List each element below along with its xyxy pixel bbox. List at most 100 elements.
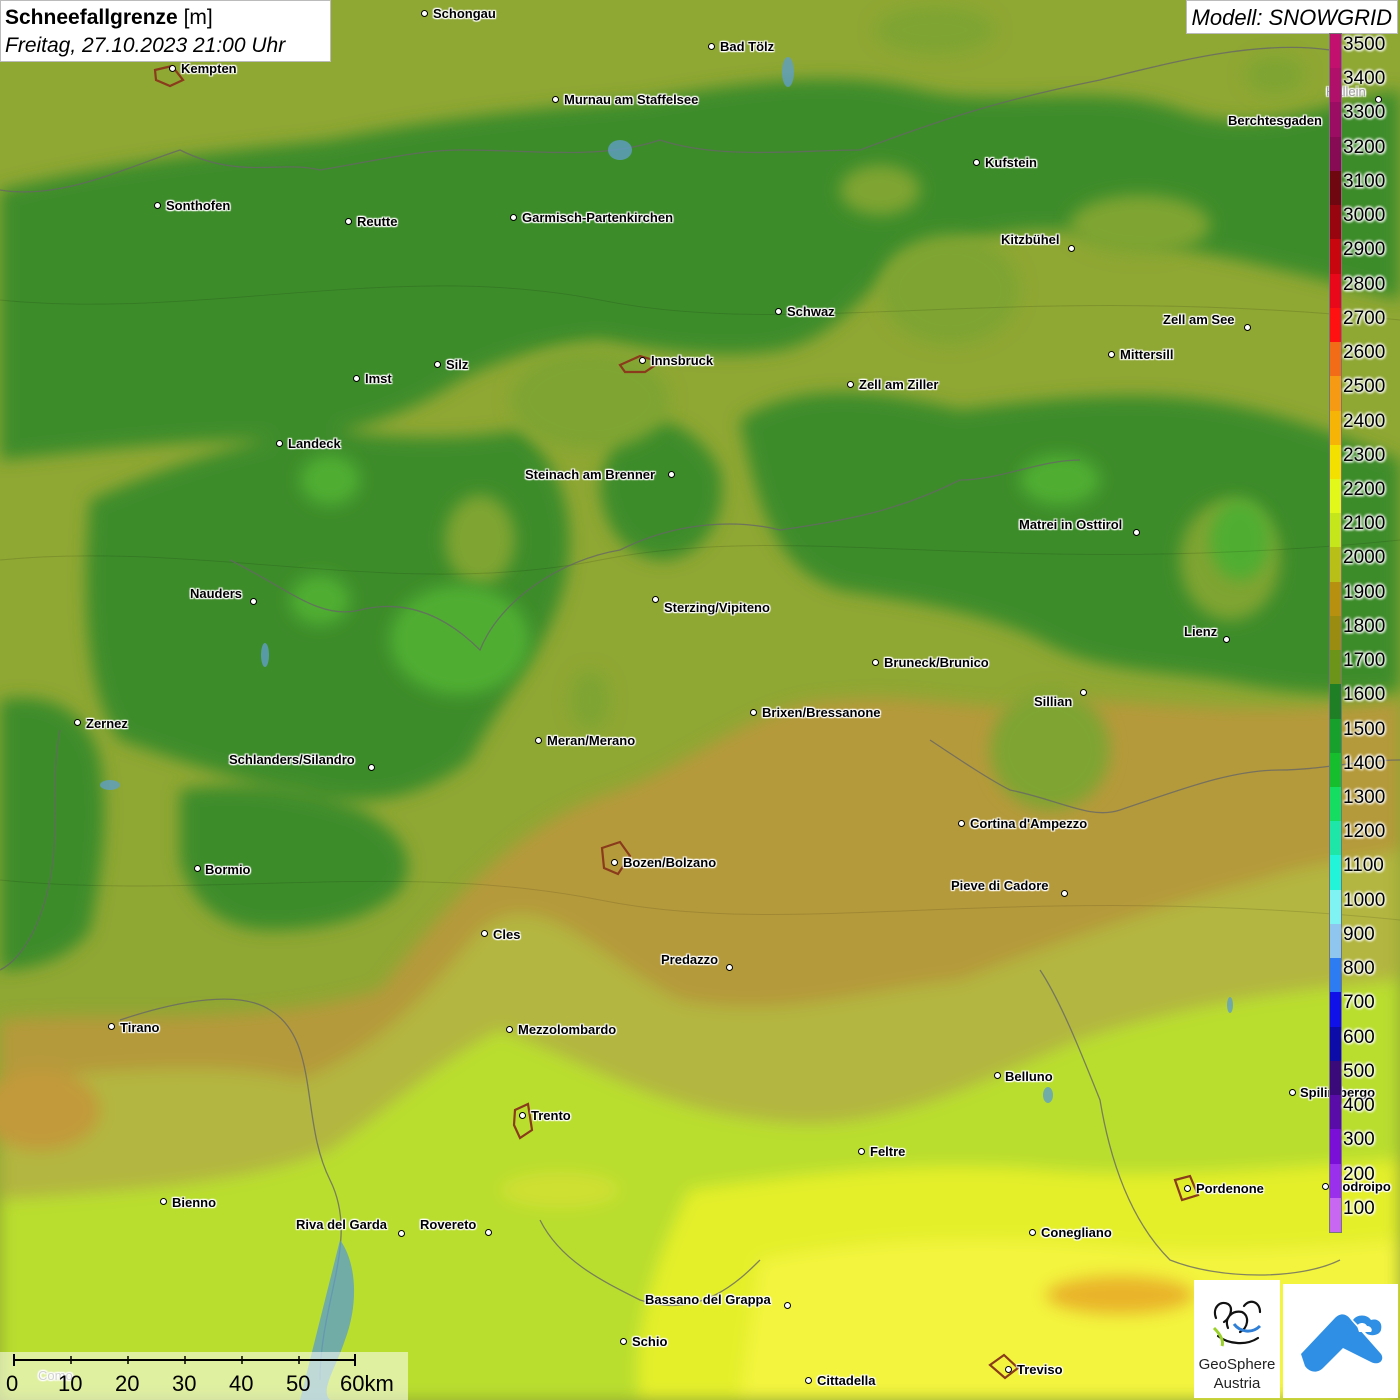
city-marker-icon[interactable] xyxy=(972,158,980,166)
city-marker-icon[interactable] xyxy=(1067,244,1075,252)
scale-label: 40 xyxy=(229,1371,254,1396)
forecast-time: Freitag, 27.10.2023 21:00 Uhr xyxy=(5,34,286,57)
city-label: Bad Tölz xyxy=(720,39,775,54)
city-marker-icon[interactable] xyxy=(551,95,559,103)
geosphere-logo[interactable]: GeoSphere Austria xyxy=(1194,1280,1280,1398)
city-label: Matrei in Osttirol xyxy=(1019,517,1123,532)
legend-level-label: 1100 xyxy=(1343,855,1384,877)
city-marker-icon[interactable] xyxy=(367,763,375,771)
legend-swatch xyxy=(1330,410,1341,446)
city-marker-icon[interactable] xyxy=(480,929,488,937)
legend-swatch xyxy=(1330,855,1341,891)
city-marker-icon[interactable] xyxy=(509,213,517,221)
variable-name: Schneefallgrenze xyxy=(5,6,178,29)
legend-swatch xyxy=(1330,821,1341,856)
city-marker-icon[interactable] xyxy=(774,307,782,315)
city-marker-icon[interactable] xyxy=(420,9,428,17)
legend-swatch xyxy=(1330,1026,1341,1062)
legend-swatch xyxy=(1330,718,1341,754)
city-marker-icon[interactable] xyxy=(193,864,201,872)
city-marker-icon[interactable] xyxy=(638,356,646,364)
city-marker-icon[interactable] xyxy=(1004,1365,1012,1373)
legend-swatch xyxy=(1330,307,1341,343)
city-marker-icon[interactable] xyxy=(957,819,965,827)
city-marker-icon[interactable] xyxy=(707,42,715,50)
city-marker-icon[interactable] xyxy=(433,360,441,368)
legend-level-label: 2300 xyxy=(1343,444,1386,466)
legend-level-label: 200 xyxy=(1343,1163,1375,1185)
city-marker-icon[interactable] xyxy=(159,1197,167,1205)
city-marker-icon[interactable] xyxy=(993,1071,1001,1079)
city-marker-icon[interactable] xyxy=(518,1111,526,1119)
legend-swatch xyxy=(1330,1129,1341,1165)
city-marker-icon[interactable] xyxy=(610,858,618,866)
legend-level-label: 1500 xyxy=(1343,718,1386,740)
city-marker-icon[interactable] xyxy=(1107,350,1115,358)
city-marker-icon[interactable] xyxy=(1288,1088,1296,1096)
city-label: Cittadella xyxy=(817,1373,876,1388)
city-marker-icon[interactable] xyxy=(667,470,675,478)
legend-level-label: 400 xyxy=(1343,1095,1375,1117)
city-label: Imst xyxy=(365,371,392,386)
city-marker-icon[interactable] xyxy=(397,1229,405,1237)
city-marker-icon[interactable] xyxy=(484,1228,492,1236)
city-marker-icon[interactable] xyxy=(749,708,757,716)
scale-label: 0 xyxy=(6,1371,19,1396)
city-marker-icon[interactable] xyxy=(249,597,257,605)
city-marker-icon[interactable] xyxy=(1183,1184,1191,1192)
city-marker-icon[interactable] xyxy=(1079,688,1087,696)
city-marker-icon[interactable] xyxy=(168,64,176,72)
city-marker-icon[interactable] xyxy=(619,1337,627,1345)
legend-level-label: 800 xyxy=(1343,958,1375,980)
legend-level-label: 900 xyxy=(1343,923,1375,945)
city-marker-icon[interactable] xyxy=(846,380,854,388)
legend-level-label: 3500 xyxy=(1343,34,1386,55)
city-marker-icon[interactable] xyxy=(783,1301,791,1309)
city-marker-icon[interactable] xyxy=(1132,528,1140,536)
city-label: Riva del Garda xyxy=(296,1217,388,1232)
city-marker-icon[interactable] xyxy=(1321,1182,1329,1190)
city-marker-icon[interactable] xyxy=(275,439,283,447)
legend-swatch xyxy=(1330,752,1341,788)
legend-level-label: 1000 xyxy=(1343,889,1386,911)
city-marker-icon[interactable] xyxy=(352,374,360,382)
legend-swatch xyxy=(1330,1197,1341,1233)
legend-swatch xyxy=(1330,992,1341,1028)
city-marker-icon[interactable] xyxy=(73,718,81,726)
legend-level-label: 2000 xyxy=(1343,547,1386,569)
city-marker-icon[interactable] xyxy=(1060,889,1068,897)
city-label: Murnau am Staffelsee xyxy=(564,92,699,107)
snowline-map[interactable]: Schongau Kempten Bad Tölz Murnau am Staffel… xyxy=(0,0,1400,1400)
legend-level-label: 2900 xyxy=(1343,239,1386,261)
legend-level-label: 2400 xyxy=(1343,410,1386,432)
city-label: Kufstein xyxy=(985,155,1037,170)
city-marker-icon[interactable] xyxy=(725,963,733,971)
city-label: Mezzolombardo xyxy=(518,1022,617,1037)
city-marker-icon[interactable] xyxy=(871,658,879,666)
city-label: Bienno xyxy=(172,1195,217,1210)
city-label: Bozen/Bolzano xyxy=(623,855,717,870)
legend-swatch xyxy=(1330,1163,1341,1199)
city-label: Pordenone xyxy=(1196,1181,1264,1196)
city-marker-icon[interactable] xyxy=(153,201,161,209)
legend-swatch xyxy=(1330,102,1341,138)
city-marker-icon[interactable] xyxy=(857,1147,865,1155)
city-marker-icon[interactable] xyxy=(1028,1228,1036,1236)
city-marker-icon[interactable] xyxy=(1243,323,1251,331)
city-marker-icon[interactable] xyxy=(534,736,542,744)
city-label: Pieve di Cadore xyxy=(951,878,1049,893)
legend-level-label: 2800 xyxy=(1343,273,1386,295)
city-marker-icon[interactable] xyxy=(804,1376,812,1384)
city-label: Mittersill xyxy=(1120,347,1174,362)
legend-swatch xyxy=(1330,513,1341,548)
legend-swatch xyxy=(1330,342,1341,377)
city-marker-icon[interactable] xyxy=(505,1025,513,1033)
geosphere-emblem-icon xyxy=(1212,1300,1262,1347)
city-marker-icon[interactable] xyxy=(107,1022,115,1030)
city-marker-icon[interactable] xyxy=(344,217,352,225)
city-marker-icon[interactable] xyxy=(651,595,659,603)
city-label: Cles xyxy=(493,927,521,942)
app-logo[interactable] xyxy=(1283,1284,1398,1398)
legend-level-label: 3000 xyxy=(1343,205,1386,227)
city-marker-icon[interactable] xyxy=(1222,635,1230,643)
